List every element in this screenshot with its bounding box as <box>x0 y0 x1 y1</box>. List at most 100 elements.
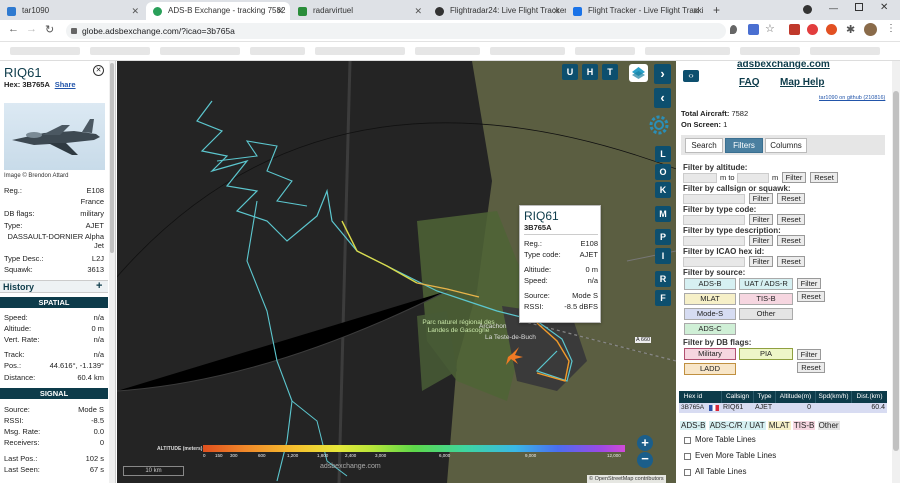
map-button-p[interactable]: P <box>655 229 671 245</box>
source-modes-toggle[interactable]: Mode-S <box>684 308 736 320</box>
type-reset-button[interactable]: Reset <box>777 214 805 225</box>
source-other-toggle[interactable]: Other <box>739 308 793 320</box>
zoom-in-button[interactable]: + <box>637 435 653 451</box>
translate-icon[interactable] <box>748 24 759 35</box>
bookmark-item[interactable] <box>740 47 800 55</box>
aircraft-popup[interactable]: RIQ61 3B765A Reg.: E108 Type code: AJET Al… <box>519 205 601 323</box>
all-lines-checkbox[interactable] <box>684 469 691 476</box>
dbflag-ladd-toggle[interactable]: LADD <box>684 363 736 375</box>
icao-reset-button[interactable]: Reset <box>777 256 805 267</box>
tab-filters[interactable]: Filters <box>725 138 763 153</box>
tab-columns[interactable]: Columns <box>765 138 807 153</box>
callsign-reset-button[interactable]: Reset <box>777 193 805 204</box>
source-adsb-toggle[interactable]: ADS-B <box>684 278 736 290</box>
avatar[interactable] <box>864 23 877 36</box>
column-header-flag[interactable] <box>707 391 721 403</box>
map-button-f[interactable]: F <box>655 290 671 306</box>
source-reset-button[interactable]: Reset <box>797 291 825 302</box>
left-panel-scrollbar[interactable] <box>109 61 115 483</box>
map-button-h[interactable]: H <box>582 64 598 80</box>
expand-history-icon[interactable]: + <box>96 280 102 292</box>
dbflags-filter-button[interactable]: Filter <box>797 349 821 360</box>
callsign-filter-button[interactable]: Filter <box>749 193 773 204</box>
description-reset-button[interactable]: Reset <box>777 235 805 246</box>
map-button-r[interactable]: R <box>655 271 671 287</box>
source-filter-button[interactable]: Filter <box>797 278 821 289</box>
chevron-right-icon[interactable]: › <box>654 64 671 84</box>
close-panel-icon[interactable]: ✕ <box>93 65 104 76</box>
layers-button[interactable] <box>629 64 648 82</box>
altitude-max-input[interactable] <box>737 173 769 183</box>
bookmark-item[interactable] <box>90 47 150 55</box>
bookmark-item[interactable] <box>10 47 80 55</box>
altitude-filter-button[interactable]: Filter <box>782 172 806 183</box>
bookmark-star-icon[interactable]: ☆ <box>765 22 775 35</box>
source-adsc-toggle[interactable]: ADS-C <box>684 323 736 335</box>
type-input[interactable] <box>683 215 745 225</box>
close-window-icon[interactable]: ✕ <box>880 2 888 13</box>
bookmark-item[interactable] <box>645 47 730 55</box>
minimize-icon[interactable]: — <box>829 3 838 13</box>
column-header-callsign[interactable]: Callsign <box>721 391 753 403</box>
dbflags-reset-button[interactable]: Reset <box>797 362 825 373</box>
tab-search[interactable]: Search <box>685 138 723 153</box>
close-tab-icon[interactable]: ✕ <box>131 2 139 20</box>
callsign-input[interactable] <box>683 194 745 204</box>
close-tab-icon[interactable]: ✕ <box>276 2 284 20</box>
map-button-m[interactable]: M <box>655 206 671 222</box>
reload-icon[interactable]: ↻ <box>45 23 54 36</box>
settings-gear-icon[interactable] <box>647 113 671 137</box>
browser-tab[interactable]: Flightradar24: Live Flight Tracker ✕ <box>428 2 566 20</box>
profile-indicator-icon[interactable] <box>803 5 812 14</box>
dbflag-military-toggle[interactable]: Military <box>684 348 736 360</box>
map-button-i[interactable]: I <box>655 248 671 264</box>
source-mlat-toggle[interactable]: MLAT <box>684 293 736 305</box>
browser-tab-active[interactable]: ADS-B Exchange - tracking 7582 ✕ <box>146 2 290 20</box>
site-link[interactable]: adsbexchange.com <box>737 61 830 70</box>
table-row[interactable]: 3B765A RIQ61 AJET 0 60.4 <box>679 403 887 413</box>
expand-collapse-icon[interactable]: ‹› <box>683 70 699 82</box>
faq-link[interactable]: FAQ <box>739 77 760 88</box>
zoom-out-button[interactable]: − <box>637 452 653 468</box>
extensions-puzzle-icon[interactable]: ✱ <box>846 23 855 36</box>
column-header-altitude[interactable]: Altitude(m) <box>775 391 815 403</box>
version-link[interactable]: tar1090 on github (210816) <box>819 95 885 101</box>
close-tab-icon[interactable]: ✕ <box>692 2 700 20</box>
bookmark-item[interactable] <box>415 47 480 55</box>
description-filter-button[interactable]: Filter <box>749 235 773 246</box>
source-tisb-toggle[interactable]: TIS-B <box>739 293 793 305</box>
browser-tab[interactable]: tar1090 ✕ <box>0 2 145 20</box>
browser-tab[interactable]: Flight Tracker - Live Flight Tracki ✕ <box>566 2 706 20</box>
forward-icon[interactable]: → <box>26 23 37 35</box>
bookmark-item[interactable] <box>575 47 635 55</box>
column-header-distance[interactable]: Dist.(km) <box>851 391 887 403</box>
altitude-reset-button[interactable]: Reset <box>810 172 838 183</box>
dbflag-pia-toggle[interactable]: PIA <box>739 348 793 360</box>
location-icon[interactable] <box>730 25 737 34</box>
adblock-extension-icon[interactable] <box>807 24 818 35</box>
map-view[interactable]: Parc naturel régional des Landes de Gasc… <box>117 61 676 483</box>
browser-tab[interactable]: radarvirtuel ✕ <box>291 2 428 20</box>
url-bar[interactable]: globe.adsbexchange.com/?icao=3b765a <box>66 23 726 39</box>
back-icon[interactable]: ← <box>8 23 19 35</box>
bookmark-item[interactable] <box>160 47 240 55</box>
map-button-o[interactable]: O <box>655 164 671 180</box>
bookmark-item[interactable] <box>810 47 880 55</box>
icao-filter-button[interactable]: Filter <box>749 256 773 267</box>
map-button-t[interactable]: T <box>602 64 618 80</box>
maximize-icon[interactable] <box>855 3 863 11</box>
browser-menu-icon[interactable]: ⋮ <box>886 23 896 34</box>
close-tab-icon[interactable]: ✕ <box>414 2 422 20</box>
map-attribution[interactable]: © OpenStreetMap contributors <box>587 475 666 483</box>
even-more-lines-checkbox[interactable] <box>684 453 691 460</box>
type-filter-button[interactable]: Filter <box>749 214 773 225</box>
column-header-speed[interactable]: Spd(km/h) <box>815 391 851 403</box>
chevron-left-icon[interactable]: ‹ <box>654 88 671 108</box>
pdf-extension-icon[interactable] <box>789 24 800 35</box>
altitude-min-input[interactable] <box>683 173 717 183</box>
map-button-l[interactable]: L <box>655 146 671 162</box>
history-header[interactable]: History + <box>0 280 108 293</box>
column-header-type[interactable]: Type <box>753 391 775 403</box>
share-link[interactable]: Share <box>55 80 76 89</box>
bookmark-item[interactable] <box>315 47 405 55</box>
